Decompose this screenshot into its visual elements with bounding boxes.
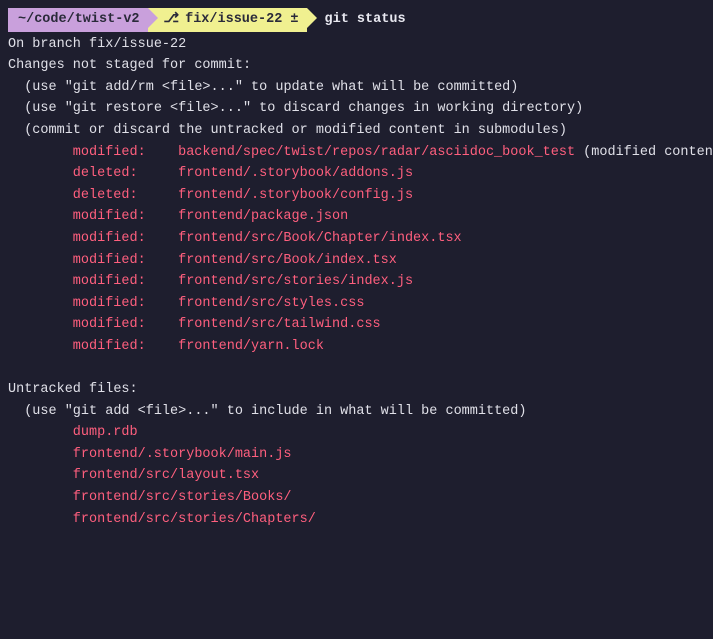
- status-hint: (use "git restore <file>..." to discard …: [8, 98, 705, 120]
- file-path: frontend/src/layout.tsx: [73, 468, 259, 483]
- status-hint: (commit or discard the untracked or modi…: [8, 120, 705, 142]
- status-unstaged-header: Changes not staged for commit:: [8, 55, 705, 77]
- file-path: frontend/.storybook/addons.js: [178, 166, 413, 181]
- git-branch-icon: ⎇: [164, 9, 180, 31]
- untracked-file-row: frontend/src/stories/Books/: [8, 487, 705, 509]
- unstaged-file-row: modified: backend/spec/twist/repos/radar…: [8, 142, 705, 164]
- blank-line: [8, 358, 705, 380]
- file-status: modified:: [73, 336, 154, 358]
- file-path: dump.rdb: [73, 425, 138, 440]
- file-path: frontend/package.json: [178, 209, 348, 224]
- file-status: modified:: [73, 293, 154, 315]
- unstaged-file-row: deleted: frontend/.storybook/config.js: [8, 185, 705, 207]
- prompt-path: ~/code/twist-v2: [18, 9, 140, 31]
- file-path: backend/spec/twist/repos/radar/asciidoc_…: [178, 145, 575, 160]
- file-path: frontend/src/styles.css: [178, 296, 364, 311]
- file-path: frontend/.storybook/main.js: [73, 447, 292, 462]
- untracked-file-row: frontend/.storybook/main.js: [8, 444, 705, 466]
- powerline-arrow-icon: [307, 8, 317, 28]
- status-hint: (use "git add <file>..." to include in w…: [8, 401, 705, 423]
- file-path: frontend/yarn.lock: [178, 339, 324, 354]
- unstaged-file-row: modified: frontend/src/Book/Chapter/inde…: [8, 228, 705, 250]
- unstaged-file-row: modified: frontend/src/stories/index.js: [8, 271, 705, 293]
- file-status: modified:: [73, 228, 154, 250]
- status-branch-line: On branch fix/issue-22: [8, 34, 705, 56]
- file-status: modified:: [73, 314, 154, 336]
- untracked-file-list: dump.rdb frontend/.storybook/main.js front…: [8, 422, 705, 530]
- file-path: frontend/.storybook/config.js: [178, 188, 413, 203]
- unstaged-file-row: modified: frontend/src/styles.css: [8, 293, 705, 315]
- prompt-dirty-marker: ±: [282, 9, 298, 31]
- unstaged-file-list: modified: backend/spec/twist/repos/radar…: [8, 142, 705, 358]
- file-path: frontend/src/tailwind.css: [178, 317, 381, 332]
- terminal[interactable]: ~/code/twist-v2 ⎇ fix/issue-22 ± git sta…: [0, 0, 713, 534]
- unstaged-file-row: modified: frontend/yarn.lock: [8, 336, 705, 358]
- file-status: modified:: [73, 250, 154, 272]
- prompt-path-segment: ~/code/twist-v2: [8, 8, 148, 32]
- untracked-file-row: frontend/src/layout.tsx: [8, 465, 705, 487]
- unstaged-file-row: deleted: frontend/.storybook/addons.js: [8, 163, 705, 185]
- unstaged-file-row: modified: frontend/src/Book/index.tsx: [8, 250, 705, 272]
- powerline-arrow-icon: [148, 8, 158, 28]
- untracked-file-row: frontend/src/stories/Chapters/: [8, 509, 705, 531]
- unstaged-file-row: modified: frontend/package.json: [8, 206, 705, 228]
- file-status: deleted:: [73, 163, 154, 185]
- file-status: deleted:: [73, 185, 154, 207]
- prompt-line: ~/code/twist-v2 ⎇ fix/issue-22 ± git sta…: [8, 8, 705, 32]
- file-path: frontend/src/Book/index.tsx: [178, 253, 397, 268]
- file-status: modified:: [73, 271, 154, 293]
- status-untracked-header: Untracked files:: [8, 379, 705, 401]
- status-hint: (use "git add/rm <file>..." to update wh…: [8, 77, 705, 99]
- prompt-branch-segment: ⎇ fix/issue-22 ±: [148, 8, 307, 32]
- file-path: frontend/src/stories/Books/: [73, 490, 292, 505]
- unstaged-file-row: modified: frontend/src/tailwind.css: [8, 314, 705, 336]
- file-path: frontend/src/stories/index.js: [178, 274, 413, 289]
- file-note: (modified content): [575, 145, 713, 160]
- untracked-file-row: dump.rdb: [8, 422, 705, 444]
- file-path: frontend/src/stories/Chapters/: [73, 512, 316, 527]
- file-path: frontend/src/Book/Chapter/index.tsx: [178, 231, 462, 246]
- file-status: modified:: [73, 142, 154, 164]
- command-input[interactable]: git status: [317, 8, 406, 32]
- file-status: modified:: [73, 206, 154, 228]
- prompt-branch: fix/issue-22: [185, 9, 282, 31]
